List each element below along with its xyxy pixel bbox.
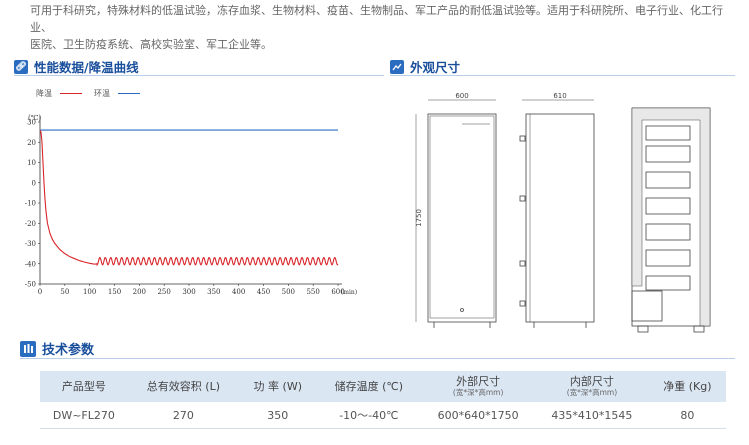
y-tick-label: -50	[25, 281, 36, 289]
x-tick-label: 300	[182, 288, 195, 296]
cell-weight: 80	[648, 402, 726, 429]
side-view-drawing	[519, 99, 595, 328]
intro-line-2: 医院、卫生防疫系统、高校实验室、军工企业等。	[30, 38, 272, 51]
header-internal-size: 内部尺寸 (宽*深*高mm)	[535, 371, 649, 402]
x-tick-label: 150	[108, 288, 121, 296]
cell-internal-size: 435*410*1545	[535, 402, 649, 429]
table-row: DW~FL270 270 350 -10～-40℃ 600*640*1750 4…	[40, 402, 726, 429]
legend-ambient-swatch	[118, 93, 140, 94]
specs-icon	[20, 340, 36, 357]
x-tick-label: 0	[38, 288, 42, 296]
header-model: 产品型号	[40, 371, 128, 402]
chart-legend: 降温 环温	[36, 88, 148, 99]
intro-line-1: 可用于科研究，特殊材料的低温试验，冻存血浆、生物材料、疫苗、生物制品、军工产品的…	[30, 4, 723, 34]
performance-divider	[14, 75, 384, 76]
dimensions-title: 外观尺寸	[410, 60, 461, 75]
dimensions-divider	[390, 75, 735, 76]
specs-title: 技术参数	[42, 343, 95, 358]
x-tick-label: 550	[306, 288, 319, 296]
x-axis-unit: (min)	[341, 289, 357, 296]
side-depth-label: 610	[553, 92, 566, 100]
dimension-drawings: 600 610 1750	[415, 92, 711, 333]
y-tick-label: -30	[25, 240, 36, 248]
front-width-label: 600	[455, 92, 468, 100]
header-weight: 净重 (Kg)	[648, 371, 726, 402]
y-tick-label: 0	[32, 179, 36, 187]
header-volume: 总有效容积 (L)	[127, 371, 240, 402]
height-label: 1750	[415, 209, 423, 227]
y-tick-label: -10	[25, 200, 36, 208]
x-tick-label: 100	[83, 288, 96, 296]
specs-section-header: 技术参数	[20, 339, 94, 358]
cell-model: DW~FL270	[40, 402, 128, 429]
cell-volume: 270	[127, 402, 240, 429]
y-tick-label: 30	[27, 119, 36, 127]
cooling-curve-chart: (℃)3020100-10-20-30-40-500 50 100 150 200 250…	[25, 114, 357, 296]
front-view-drawing	[415, 99, 497, 328]
performance-section-header: 🔗︎ 性能数据/降温曲线	[14, 57, 139, 76]
series-cooling-line	[39, 129, 339, 267]
dimensions-section-header: 外观尺寸	[390, 57, 460, 76]
header-storage-temp: 储存温度 (℃)	[316, 371, 422, 402]
x-tick-label: 250	[157, 288, 170, 296]
performance-title: 性能数据/降温曲线	[34, 60, 139, 75]
x-tick-label: 400	[232, 288, 245, 296]
cross-section-drawing	[631, 107, 711, 333]
y-tick-label: -20	[25, 220, 36, 228]
legend-cooling-label: 降温	[36, 89, 52, 98]
link-icon: 🔗︎	[14, 59, 28, 74]
legend-ambient-label: 环温	[94, 89, 110, 98]
y-tick-label: -40	[25, 260, 36, 268]
header-power: 功 率 (W)	[239, 371, 317, 402]
specs-divider	[20, 358, 735, 359]
header-external-size: 外部尺寸 (宽*深*高mm)	[421, 371, 536, 402]
cell-power: 350	[239, 402, 317, 429]
specs-table: 产品型号 总有效容积 (L) 功 率 (W) 储存温度 (℃) 外部尺寸 (宽*深…	[40, 371, 726, 429]
x-tick-label: 350	[207, 288, 220, 296]
legend-cooling-swatch	[60, 93, 82, 94]
cell-external-size: 600*640*1750	[421, 402, 536, 429]
x-tick-label: 500	[282, 288, 295, 296]
x-tick-label: 200	[133, 288, 146, 296]
x-tick-label: 50	[60, 288, 69, 296]
table-header-row: 产品型号 总有效容积 (L) 功 率 (W) 储存温度 (℃) 外部尺寸 (宽*深…	[40, 371, 726, 402]
y-tick-label: 20	[27, 139, 36, 147]
y-tick-label: 10	[27, 159, 36, 167]
cell-storage-temp: -10～-40℃	[316, 402, 422, 429]
intro-paragraph: 可用于科研究，特殊材料的低温试验，冻存血浆、生物材料、疫苗、生物制品、军工产品的…	[30, 2, 740, 53]
x-tick-label: 450	[257, 288, 270, 296]
chart-icon	[390, 59, 404, 74]
